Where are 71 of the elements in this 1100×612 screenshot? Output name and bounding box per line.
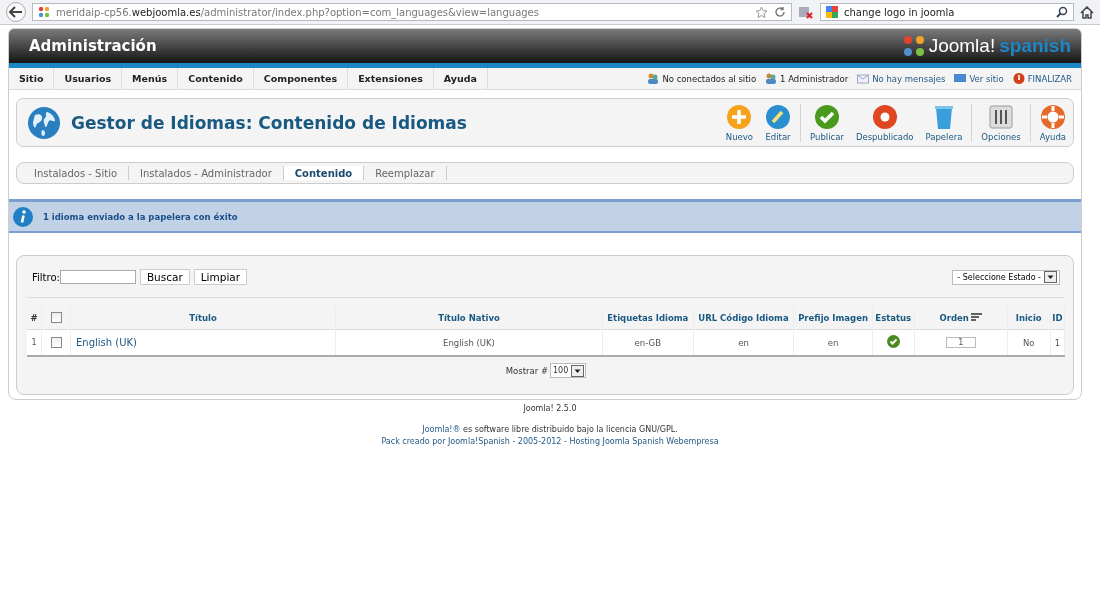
- site-favicon-icon: [38, 6, 50, 18]
- toolbar-button[interactable]: Ayuda: [1029, 103, 1069, 142]
- plus-icon: [726, 103, 753, 130]
- back-button[interactable]: [6, 2, 26, 22]
- page-title: Gestor de Idiomas: Contenido de Idiomas: [71, 112, 467, 133]
- monitor-icon: [954, 73, 967, 84]
- sort-icon[interactable]: [970, 313, 982, 322]
- select-all-checkbox[interactable]: [50, 312, 62, 323]
- status-link[interactable]: Ver sitio: [969, 73, 1004, 84]
- bookmark-star-icon[interactable]: [755, 5, 768, 19]
- table-cell: en-GB: [602, 329, 694, 356]
- limit-label: Mostrar #: [505, 365, 548, 376]
- submenu-tab[interactable]: Instalados - Administrador: [129, 166, 284, 180]
- column-header[interactable]: Orden: [939, 312, 969, 323]
- header-title: Administración: [29, 37, 157, 55]
- ring-icon: [871, 103, 898, 130]
- addon-icon[interactable]: [798, 5, 814, 19]
- submenu-tab[interactable]: Reemplazar: [364, 166, 447, 180]
- search-text: change logo in joomla: [844, 6, 955, 18]
- order-field[interactable]: 1: [945, 337, 976, 348]
- envelope-icon: [857, 73, 870, 84]
- users-icon: [647, 73, 660, 84]
- submenu-tab[interactable]: Instalados - Sitio: [23, 166, 130, 180]
- search-button[interactable]: Buscar: [139, 269, 190, 285]
- filter-input[interactable]: [59, 270, 136, 284]
- row-checkbox[interactable]: [50, 337, 62, 348]
- sliders-icon: [988, 103, 1015, 130]
- table-cell: English (UK): [335, 329, 603, 356]
- toolbar-button[interactable]: Despublicado: [852, 103, 917, 142]
- status-link[interactable]: No hay mensajes: [872, 73, 946, 84]
- table-cell: en: [793, 329, 873, 356]
- search-engine-icon: [826, 6, 838, 18]
- table-cell: No: [1007, 329, 1051, 356]
- exclamation-icon: [1012, 73, 1025, 84]
- address-bar[interactable]: meridaip-cp56.webjoomla.es/administrator/index.php?option=com_languages&view=languages: [32, 3, 792, 21]
- toolbar-button[interactable]: Papelera: [922, 103, 966, 142]
- home-icon[interactable]: [1080, 5, 1094, 19]
- reload-icon[interactable]: [774, 6, 786, 18]
- lifebuoy-icon: [1039, 103, 1066, 130]
- table-cell: 1: [27, 329, 42, 356]
- toolbar-button[interactable]: Editar: [762, 103, 795, 142]
- status-text: No conectados al sitio: [662, 73, 757, 84]
- logo-tagline: spanish: [999, 35, 1071, 57]
- toolbar-button[interactable]: Publicar: [800, 103, 847, 142]
- language-link[interactable]: English (UK): [76, 337, 137, 348]
- status-text: 1 Administrador: [780, 73, 849, 84]
- published-check-icon[interactable]: [886, 335, 900, 348]
- search-icon[interactable]: [1056, 6, 1068, 18]
- url-text: meridaip-cp56.webjoomla.es/administrator/index.php?option=com_languages&view=languages: [56, 6, 539, 18]
- pencil-icon: [765, 103, 792, 130]
- license-text: Joomla!® es software libre distribuido bajo la licencia GNU/GPL.: [421, 425, 679, 434]
- status-link[interactable]: FINALIZAR: [1027, 73, 1072, 84]
- checkmark-icon: [813, 103, 840, 130]
- joomla-logo-icon: [902, 35, 925, 57]
- table-cell: en: [693, 329, 794, 356]
- message-text: 1 idioma enviado a la papelera con éxito: [43, 211, 238, 222]
- state-select[interactable]: - Seleccione Estado -: [952, 269, 1060, 285]
- version-text: Joomla! 2.5.0: [522, 404, 578, 413]
- credits-link[interactable]: Pack creado por Joomla!Spanish - 2005-2012 - Hosting Joomla Spanish Webempresa: [0, 437, 1100, 446]
- search-field[interactable]: change logo in joomla: [820, 3, 1074, 21]
- globe-icon: [27, 105, 61, 140]
- joomla-link[interactable]: Joomla!®: [422, 425, 461, 434]
- limit-select[interactable]: 100: [550, 363, 587, 378]
- users-icon: [765, 73, 778, 84]
- info-icon: [13, 206, 33, 227]
- submenu-tab[interactable]: Contenido: [283, 166, 365, 180]
- toolbar-button[interactable]: Nuevo: [722, 103, 757, 142]
- filter-label: Filtro:: [32, 271, 60, 283]
- logo-text: Joomla!: [928, 35, 996, 57]
- toolbar-button[interactable]: Opciones: [971, 103, 1024, 142]
- clear-button[interactable]: Limpiar: [193, 269, 248, 285]
